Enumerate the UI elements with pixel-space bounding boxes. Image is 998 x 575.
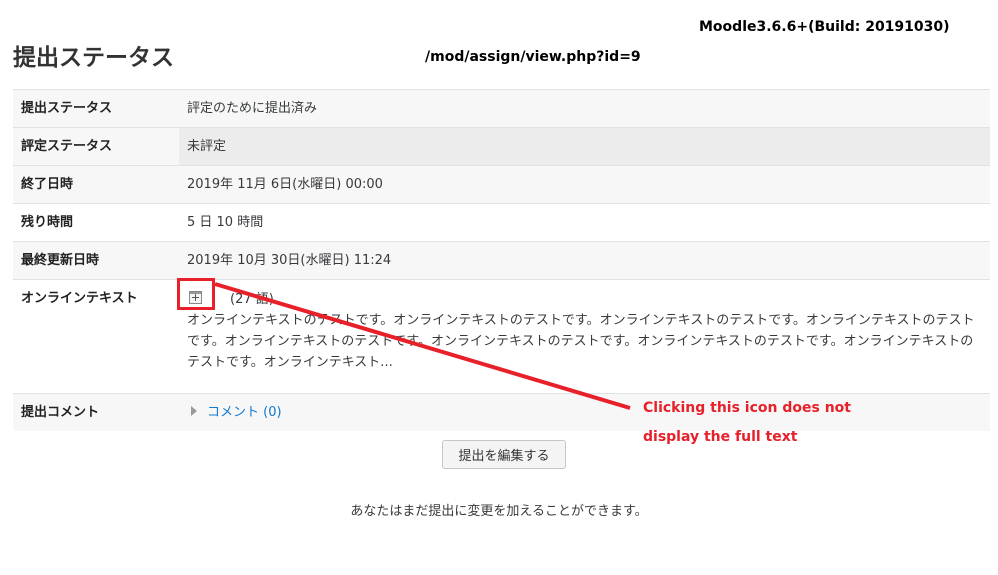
last-modified-label: 最終更新日時 (13, 241, 179, 280)
annotation-line-1: Clicking this icon does not (643, 400, 851, 416)
edit-submission-button[interactable]: 提出を編集する (442, 440, 566, 469)
table-row: 評定ステータス 未評定 (13, 127, 990, 166)
table-row: オンラインテキスト (27 語) オンラインテキストのテストです。オンラインテキ… (13, 279, 990, 394)
submission-status-value: 評定のために提出済み (179, 89, 990, 128)
submission-comments-label: 提出コメント (13, 393, 179, 431)
last-modified-value: 2019年 10月 30日(水曜日) 11:24 (179, 241, 990, 280)
page-title: 提出ステータス (13, 45, 174, 71)
due-date-label: 終了日時 (13, 165, 179, 204)
due-date-value: 2019年 11月 6日(水曜日) 00:00 (179, 165, 990, 204)
comments-link[interactable]: コメント (0) (207, 405, 282, 420)
submission-status-table: 提出ステータス 評定のために提出済み 評定ステータス 未評定 終了日時 2019… (13, 89, 990, 431)
highlight-box (177, 278, 215, 310)
table-row: 残り時間 5 日 10 時間 (13, 203, 990, 242)
grading-status-value: 未評定 (179, 127, 990, 166)
online-text-head: (27 語) (187, 289, 982, 310)
submission-comments-cell: コメント (0) (179, 393, 990, 431)
table-row: 提出ステータス 評定のために提出済み (13, 89, 990, 128)
grading-status-label: 評定ステータス (13, 127, 179, 166)
edit-note: あなたはまだ提出に変更を加えることができます。 (350, 504, 648, 519)
page-url: /mod/assign/view.php?id=9 (425, 49, 641, 65)
submission-status-label: 提出ステータス (13, 89, 179, 128)
table-row: 最終更新日時 2019年 10月 30日(水曜日) 11:24 (13, 241, 990, 280)
time-remaining-label: 残り時間 (13, 203, 179, 242)
moodle-version: Moodle3.6.6+(Build: 20191030) (699, 19, 950, 35)
online-text-label: オンラインテキスト (13, 279, 179, 394)
online-text-preview: オンラインテキストのテストです。オンラインテキストのテストです。オンラインテキス… (187, 313, 975, 370)
word-count: (27 語) (230, 292, 274, 307)
caret-right-icon[interactable] (191, 406, 197, 416)
time-remaining-value: 5 日 10 時間 (179, 203, 990, 242)
online-text-cell: (27 語) オンラインテキストのテストです。オンラインテキストのテストです。オ… (179, 279, 990, 394)
annotation-line-2: display the full text (643, 429, 798, 445)
table-row: 終了日時 2019年 11月 6日(水曜日) 00:00 (13, 165, 990, 204)
